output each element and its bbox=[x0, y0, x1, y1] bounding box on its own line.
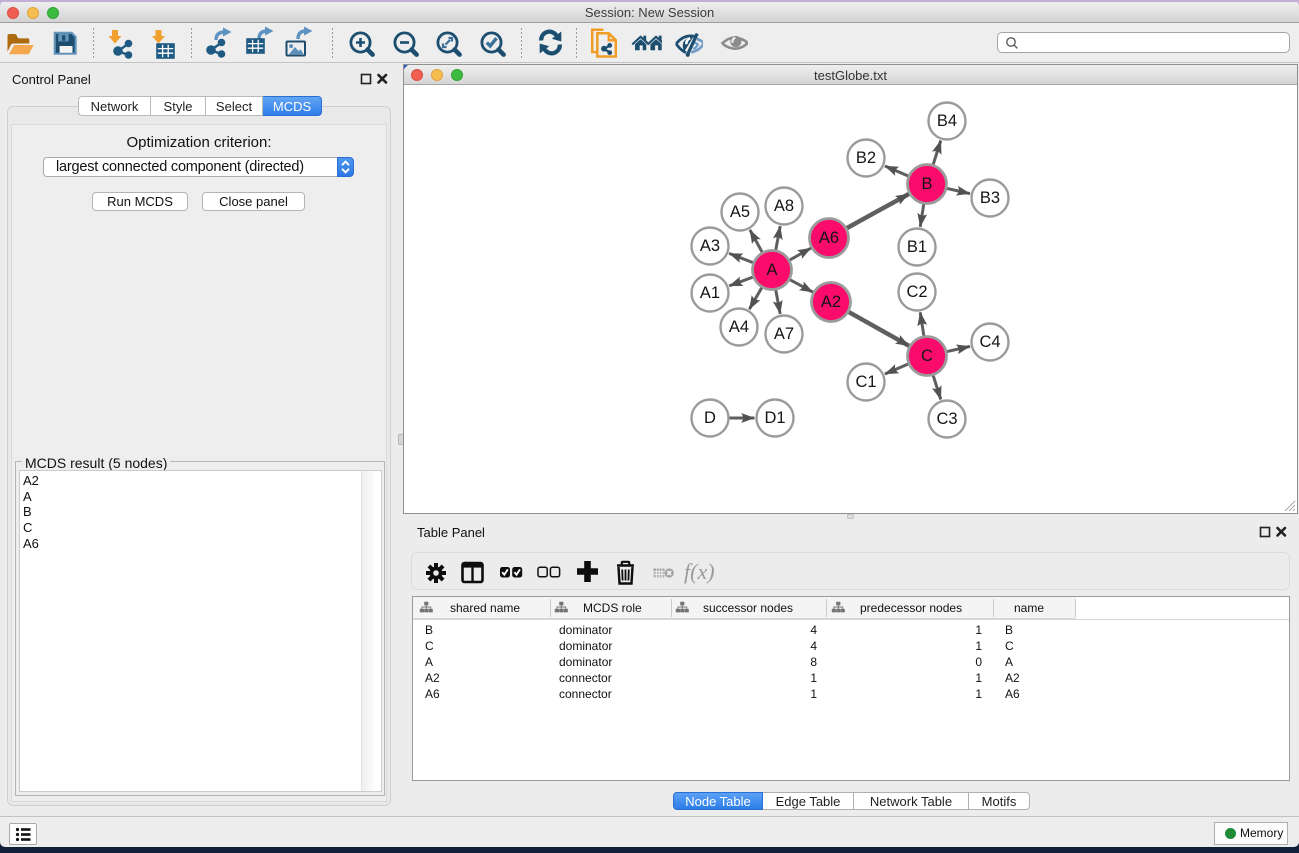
svg-text:A3: A3 bbox=[700, 237, 720, 255]
svg-text:B2: B2 bbox=[856, 149, 876, 167]
svg-text:A8: A8 bbox=[774, 197, 794, 215]
svg-text:A7: A7 bbox=[774, 325, 794, 343]
svg-text:A6: A6 bbox=[819, 229, 839, 247]
svg-text:A2: A2 bbox=[821, 293, 841, 311]
svg-text:A4: A4 bbox=[729, 318, 749, 336]
svg-text:B: B bbox=[921, 175, 932, 193]
svg-text:C3: C3 bbox=[936, 410, 957, 428]
svg-text:D: D bbox=[704, 409, 716, 427]
svg-text:C1: C1 bbox=[855, 373, 876, 391]
svg-text:C4: C4 bbox=[979, 333, 1000, 351]
svg-text:B4: B4 bbox=[937, 112, 957, 130]
svg-text:C: C bbox=[921, 347, 933, 365]
svg-text:A1: A1 bbox=[700, 284, 720, 302]
svg-text:C2: C2 bbox=[906, 283, 927, 301]
svg-text:A: A bbox=[766, 261, 777, 279]
svg-text:A5: A5 bbox=[730, 203, 750, 221]
svg-text:B3: B3 bbox=[980, 189, 1000, 207]
svg-text:B1: B1 bbox=[907, 238, 927, 256]
svg-text:D1: D1 bbox=[764, 409, 785, 427]
